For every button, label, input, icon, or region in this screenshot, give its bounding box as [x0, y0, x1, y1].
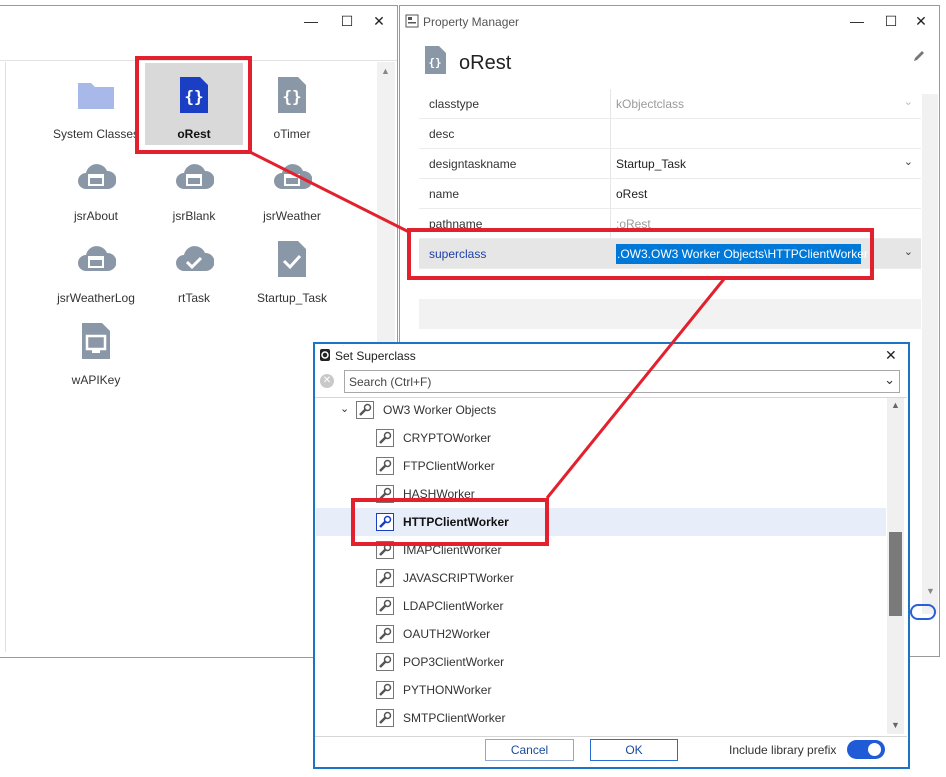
connector-superclass-to-item: [545, 278, 726, 499]
callout-connectors: [249, 150, 726, 499]
connector-orest-to-superclass: [249, 150, 410, 234]
